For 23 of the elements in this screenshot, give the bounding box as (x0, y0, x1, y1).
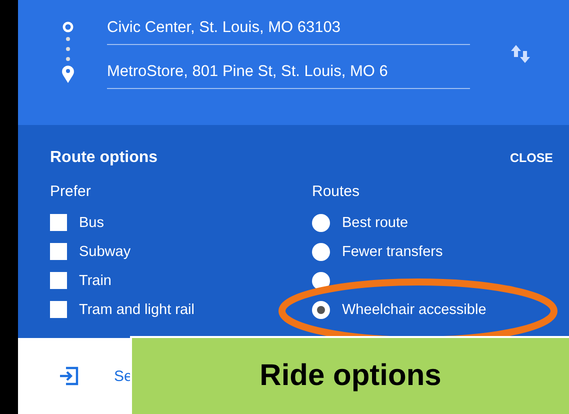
checkbox[interactable] (50, 243, 67, 260)
destination-field[interactable]: MetroStore, 801 Pine St, St. Louis, MO 6 (107, 62, 470, 88)
radio-button[interactable] (312, 214, 330, 232)
section-heading: Prefer (50, 183, 92, 200)
checkbox[interactable] (50, 214, 67, 231)
checkbox-label: Bus (79, 214, 104, 230)
radio-label: Best route (342, 214, 408, 230)
swap-icon[interactable] (510, 44, 532, 64)
panel-title: Route options (50, 149, 158, 167)
origin-field[interactable]: Civic Center, St. Louis, MO 63103 (107, 18, 470, 44)
checkbox-label: Tram and light rail (79, 302, 195, 318)
callout-title: Ride options (260, 359, 442, 393)
radio-button[interactable] (312, 242, 330, 260)
checkbox-label: Train (79, 272, 112, 288)
radio-label: Wheelchair accessible (342, 302, 486, 318)
sign-in-icon[interactable] (58, 365, 80, 387)
checkbox[interactable] (50, 301, 67, 318)
checkbox-label: Subway (79, 244, 131, 260)
close-button[interactable]: CLOSE (510, 151, 553, 165)
radio-label: Fewer transfers (342, 244, 443, 260)
radio-button[interactable] (312, 300, 330, 318)
checkbox[interactable] (50, 272, 67, 289)
section-heading: Routes (312, 183, 361, 200)
